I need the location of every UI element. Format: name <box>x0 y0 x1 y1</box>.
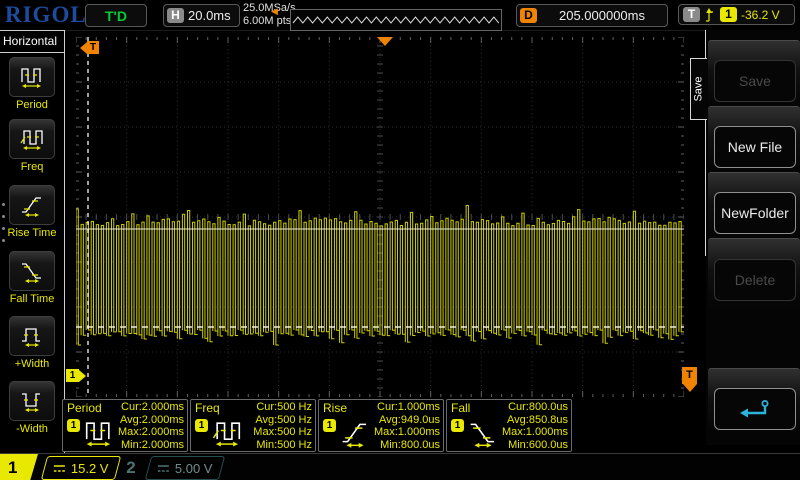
sidebar-item-rise-time[interactable]: Rise Time <box>0 185 64 239</box>
horizontal-timebase-box[interactable]: H 20.0ms <box>163 4 240 27</box>
trigger-source-badge: 1 <box>720 7 737 22</box>
rigol-logo: RIGOL <box>5 2 87 28</box>
channel-badge: 1 <box>195 419 208 432</box>
return-arrow-icon <box>738 398 772 420</box>
rise-time-icon <box>19 192 45 218</box>
measure-category-title[interactable]: Horizontal <box>0 34 64 53</box>
channel-badge: 1 <box>323 419 336 432</box>
freq-icon <box>19 126 45 152</box>
graticule-and-waveform <box>76 37 684 397</box>
channel2-scale[interactable]: 5.00 V <box>145 456 225 480</box>
freq-icon <box>210 417 244 449</box>
dc-coupling-icon <box>157 464 170 473</box>
sidebar-item-pwidth[interactable]: +Width <box>0 316 64 370</box>
measurement-panel-rise[interactable]: Rise 1 Cur:1.000ms Avg:949.0us Max:1.000… <box>318 399 444 452</box>
memory-depth: 6.00M pts <box>243 15 296 28</box>
down-arrow-icon <box>683 384 697 392</box>
channel-badge: 1 <box>67 419 80 432</box>
channel2-badge[interactable]: 2 <box>120 454 142 480</box>
fall-time-icon <box>19 258 45 284</box>
measurement-panel-period[interactable]: Period 1 Cur:2.000ms Avg:2.000ms Max:2.0… <box>62 399 188 452</box>
save-button[interactable]: Save <box>714 60 796 102</box>
measurement-panel-fall[interactable]: Fall 1 Cur:800.0us Avg:850.8us Max:1.000… <box>446 399 572 452</box>
trigger-level-value: -36.2 V <box>741 8 780 22</box>
measurement-stats: Cur:2.000ms Avg:2.000ms Max:2.000ms Min:… <box>118 401 184 451</box>
channel1-ground-marker[interactable]: 1 <box>66 369 86 382</box>
minus-width-icon <box>19 388 45 414</box>
new-folder-button[interactable]: NewFolder <box>714 192 796 234</box>
sidebar-item-freq[interactable]: Freq <box>0 119 64 173</box>
waveform-memory-preview[interactable] <box>290 9 502 31</box>
rising-edge-icon <box>704 7 716 23</box>
save-menu: Save New File NewFolder Delete <box>706 30 800 445</box>
trigger-time-marker[interactable]: T <box>80 41 99 54</box>
sidebar-scroll-indicator <box>2 194 5 251</box>
plus-width-icon <box>19 323 45 349</box>
measurement-panel-freq[interactable]: Freq 1 Cur:500 Hz Avg:500 Hz Max:500 Hz … <box>190 399 316 452</box>
measurement-stats: Cur:800.0us Avg:850.8us Max:1.000ms Min:… <box>502 401 568 451</box>
measurement-stats: Cur:1.000ms Avg:949.0us Max:1.000ms Min:… <box>374 401 440 451</box>
channel-badge: 1 <box>451 419 464 432</box>
h-label: H <box>167 8 184 23</box>
delay-value: 205.000000ms <box>537 8 667 23</box>
top-status-bar: RIGOL T'D H 20.0ms 25.0MSa/s 6.00M pts ◀… <box>0 0 800 31</box>
measurement-stats: Cur:500 Hz Avg:500 Hz Max:500 Hz Min:500… <box>253 401 312 451</box>
right-arrow-icon <box>79 370 86 382</box>
preview-zigzag <box>291 10 499 28</box>
sample-rate: 25.0MSa/s <box>243 2 296 15</box>
period-icon <box>19 64 45 90</box>
timebase-value: 20.0ms <box>188 8 231 23</box>
trigger-info-box[interactable]: T 1 -36.2 V <box>678 4 795 25</box>
delete-button[interactable]: Delete <box>714 259 796 301</box>
save-tab[interactable]: Save <box>690 58 707 120</box>
new-file-button[interactable]: New File <box>714 126 796 168</box>
waveform-display[interactable] <box>76 37 684 397</box>
fall-time-icon <box>466 417 500 449</box>
trigger-label: T <box>683 7 700 22</box>
sidebar-item-fall-time[interactable]: Fall Time <box>0 251 64 305</box>
channel1-scale[interactable]: 15.2 V <box>41 456 121 480</box>
trigger-delay-box[interactable]: D 205.000000ms <box>516 4 668 27</box>
sidebar-item-nwidth[interactable]: -Width <box>0 381 64 435</box>
period-icon <box>82 417 116 449</box>
back-button[interactable] <box>714 388 796 430</box>
trigger-position-marker-icon[interactable] <box>377 37 393 46</box>
memory-position-arrow-icon: ◀ <box>271 6 278 17</box>
channel-status-bar: 1 15.2 V 2 5.00 V <box>0 453 800 480</box>
left-arrow-icon <box>80 42 87 54</box>
trigger-level-marker[interactable]: T <box>682 367 697 392</box>
rise-time-icon <box>338 417 372 449</box>
measure-sidebar: Horizontal Period Freq <box>0 30 65 454</box>
delay-label: D <box>520 8 537 23</box>
dc-coupling-icon <box>53 464 66 473</box>
channel1-badge[interactable]: 1 <box>0 454 38 480</box>
sidebar-item-period[interactable]: Period <box>0 57 64 111</box>
oscilloscope-screen: RIGOL T'D H 20.0ms 25.0MSa/s 6.00M pts ◀… <box>0 0 800 480</box>
trigger-status-badge[interactable]: T'D <box>85 4 147 27</box>
acquisition-info: 25.0MSa/s 6.00M pts <box>243 2 296 28</box>
